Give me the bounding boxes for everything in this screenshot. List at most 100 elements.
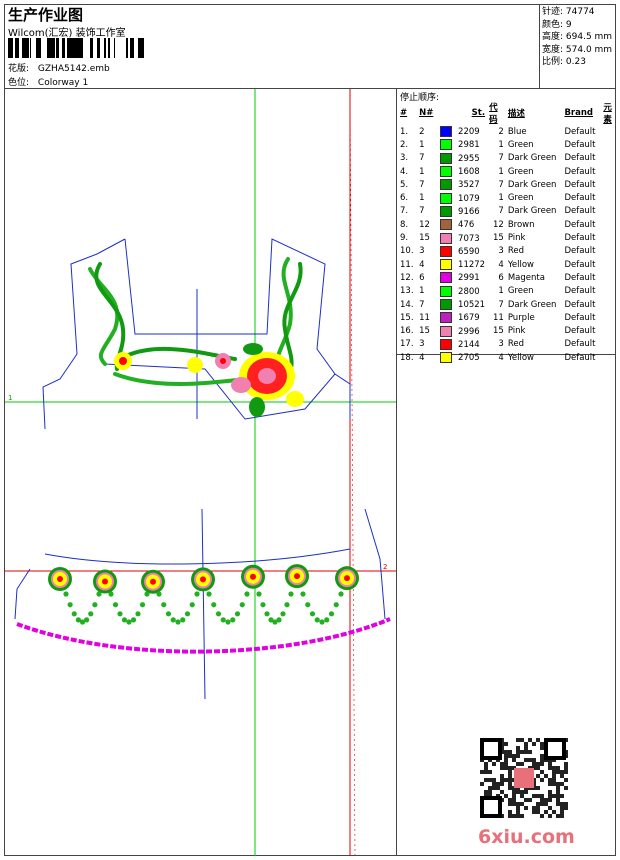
barcode-bar [67, 38, 69, 58]
cell-n: 4 [419, 259, 425, 270]
qr-module [532, 806, 536, 810]
stitch-count: 3527 [458, 180, 480, 191]
cell-code: 7 [498, 153, 504, 164]
cell-idx: 17. [400, 339, 414, 350]
skirt-flower-dot [200, 576, 206, 583]
cell-element [601, 351, 620, 364]
barcode-bar [126, 38, 128, 58]
stat-label: 高度: [542, 32, 564, 42]
cell-desc: Green [507, 286, 534, 297]
qr-module [520, 794, 524, 798]
color-swatch [440, 272, 453, 284]
skirt-bead [264, 611, 270, 617]
qr-module [560, 802, 564, 806]
qr-module [548, 782, 552, 786]
skirt-flower-dot [250, 573, 256, 580]
cell-n: 1 [419, 166, 425, 177]
qr-module [560, 806, 564, 810]
qr-module [512, 758, 516, 762]
skirt-bead [284, 602, 290, 608]
cell-idx: 8. [400, 219, 409, 230]
cell-idx: 14. [400, 299, 414, 310]
qr-module [508, 798, 512, 802]
qr-module [504, 750, 508, 754]
skirt-flower-dot [344, 575, 350, 582]
table-row: 8. 12 476 12 Brown Default [398, 218, 620, 231]
qr-module [488, 790, 492, 794]
barcode-bar [108, 38, 109, 58]
color-swatch [440, 299, 453, 310]
qr-module [508, 778, 512, 782]
cell-desc: Dark Green [507, 299, 557, 310]
qr-module [500, 766, 504, 770]
skirt-bead [300, 591, 306, 597]
cell-element [601, 178, 620, 191]
qr-module [560, 794, 564, 798]
cell-stitches: 2144 [438, 338, 487, 351]
cell-brand: Default [564, 179, 596, 190]
qr-module [508, 810, 512, 814]
qr-module [512, 814, 516, 818]
qr-module [504, 766, 508, 770]
qr-module [500, 782, 504, 786]
table-row: 3. 7 2955 7 Dark Green Default [398, 152, 620, 165]
cell-n: 1 [419, 193, 425, 204]
page-title: 生产作业图 [8, 6, 84, 24]
cell-idx: 7. [400, 206, 409, 217]
barcode-bar [8, 38, 10, 58]
stat-label: 宽度: [542, 44, 564, 55]
stat-label: 颜色: [542, 19, 564, 30]
table-row: 14. 7 10521 7 Dark Green Default [398, 298, 620, 311]
qr-module [536, 794, 540, 798]
stat-value: 694.5 mm [563, 32, 613, 42]
cell-n: 7 [419, 299, 425, 310]
barcode-bar [79, 38, 81, 58]
cell-element [601, 324, 620, 337]
cell-idx: 10. [400, 246, 414, 257]
cell-desc: Purple [507, 312, 535, 323]
qr-module [524, 798, 528, 802]
skirt-bead [314, 617, 320, 623]
cell-brand: Default [564, 352, 596, 363]
skirt-bead [170, 617, 176, 623]
qr-module [564, 766, 568, 770]
cell-brand: Default [564, 166, 596, 177]
qr-module [504, 762, 508, 766]
stat-value: 0.23 [563, 57, 586, 67]
cell-brand: Default [564, 153, 596, 164]
skirt-bead [156, 591, 162, 597]
barcode-bar [52, 38, 55, 58]
stat-row: 高度: 694.5 mm [542, 31, 612, 44]
qr-module [536, 786, 540, 790]
qr-module [516, 746, 520, 750]
cell-brand: Default [564, 139, 596, 150]
barcode-bar [76, 38, 79, 58]
qr-module [524, 746, 528, 750]
stat-row: 针迹: 74774 [542, 6, 612, 19]
qr-module [564, 762, 568, 766]
barcode-bar [138, 38, 141, 58]
cell-brand: Default [564, 233, 596, 244]
cell-idx: 18. [400, 352, 414, 363]
qr-module [512, 794, 516, 798]
skirt-bead [288, 591, 294, 597]
barcode-bar [27, 38, 29, 58]
qr-module [548, 814, 552, 818]
qr-module [564, 778, 568, 782]
table-row: 13. 1 2800 1 Green Default [398, 285, 620, 298]
cell-stitches: 476 [438, 218, 487, 231]
cell-stitches: 2209 [438, 125, 487, 138]
stitch-count: 476 [458, 220, 475, 231]
skirt-bead [161, 602, 167, 608]
cell-desc: Dark Green [507, 179, 557, 190]
qr-module [500, 778, 504, 782]
qr-module [540, 778, 544, 782]
skirt-bead [239, 602, 245, 608]
cell-stitches: 3527 [438, 178, 487, 191]
cell-brand: Default [564, 286, 596, 297]
qr-module [532, 758, 536, 762]
cell-code: 7 [498, 206, 504, 217]
skirt-bead [84, 617, 90, 623]
cell-idx: 6. [400, 193, 409, 204]
qr-module [532, 742, 536, 746]
